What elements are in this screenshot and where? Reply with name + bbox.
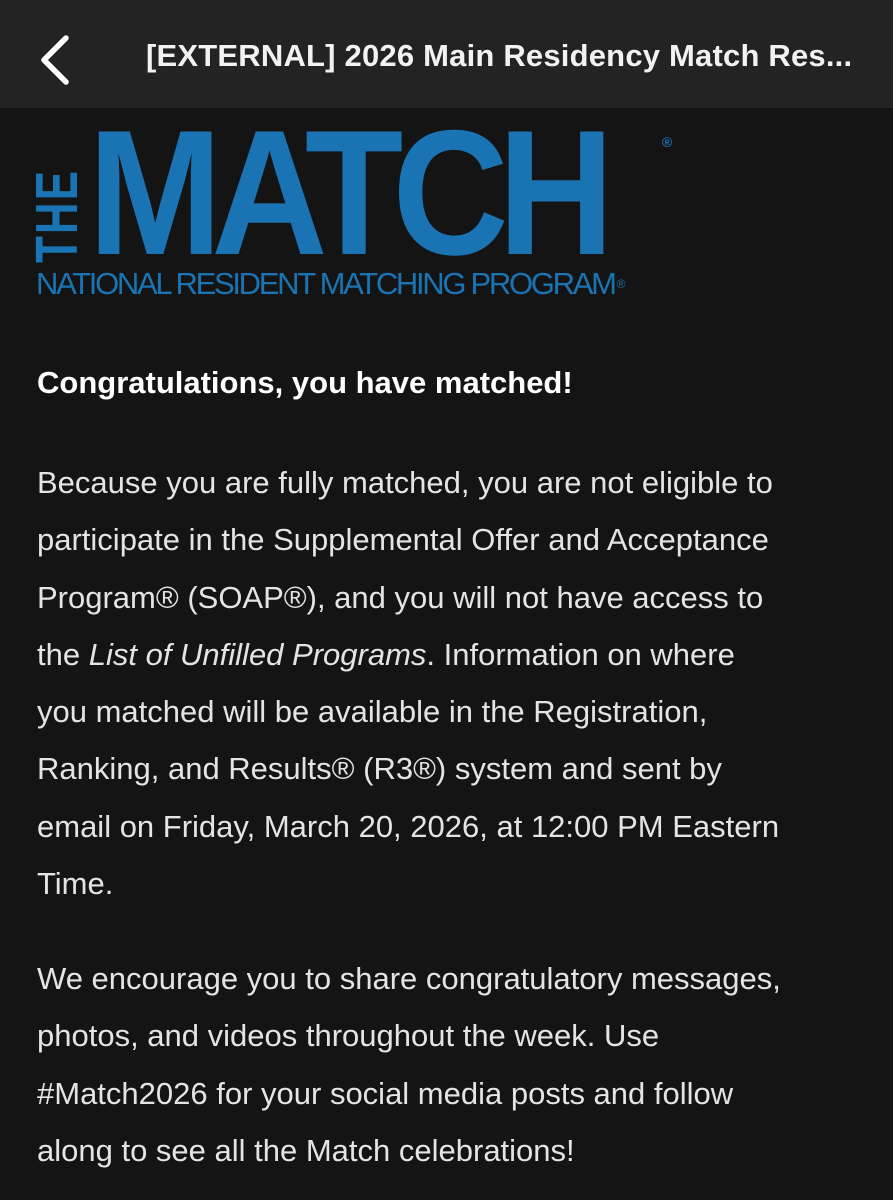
paragraph-line: you matched will be available in the Reg… xyxy=(37,694,708,730)
email-header-bar: [EXTERNAL] 2026 Main Residency Match Res… xyxy=(0,0,893,108)
eligibility-paragraph: Because you are fully matched, you are n… xyxy=(37,454,867,912)
logo-the-text: THE xyxy=(24,169,91,263)
paragraph-line: We encourage you to share congratulatory… xyxy=(37,961,781,996)
paragraph-text: the xyxy=(37,636,89,672)
paragraph-text: . Information on where xyxy=(426,636,735,672)
paragraph-line: email on Friday, March 20, 2026, at 12:0… xyxy=(37,808,780,844)
nrmp-match-logo: THE MATCH ® NATIONAL RESIDENT MATCHING P… xyxy=(24,104,684,302)
logo-subtitle: NATIONAL RESIDENT MATCHING PROGRAM ® xyxy=(36,266,626,301)
logo-match-text: MATCH xyxy=(88,93,614,292)
social-media-paragraph: We encourage you to share congratulatory… xyxy=(37,950,867,1179)
paragraph-line: #Match2026 for your social media posts a… xyxy=(37,1075,734,1111)
logo-registered-mark: ® xyxy=(662,134,673,150)
paragraph-line: Ranking, and Results® (R3®) system and s… xyxy=(37,751,722,787)
paragraph-line: photos, and videos throughout the week. … xyxy=(37,1018,660,1054)
paragraph-line: the List of Unfilled Programs. Informati… xyxy=(37,626,867,683)
paragraph-line: Program® (SOAP®), and you will not have … xyxy=(37,579,764,615)
paragraph-line: along to see all the Match celebrations! xyxy=(37,1132,575,1168)
logo-subtitle-registered: ® xyxy=(616,277,626,291)
paragraph-line: Time. xyxy=(37,866,114,902)
logo-subtitle-text: NATIONAL RESIDENT MATCHING PROGRAM xyxy=(36,266,617,301)
unfilled-programs-title: List of Unfilled Programs xyxy=(88,636,427,672)
congratulations-heading: Congratulations, you have matched! xyxy=(37,365,573,400)
email-subject: [EXTERNAL] 2026 Main Residency Match Res… xyxy=(146,38,853,73)
paragraph-line: Because you are fully matched, you are n… xyxy=(37,465,773,500)
chevron-left-icon[interactable] xyxy=(30,30,86,90)
paragraph-line: participate in the Supplemental Offer an… xyxy=(37,522,769,558)
